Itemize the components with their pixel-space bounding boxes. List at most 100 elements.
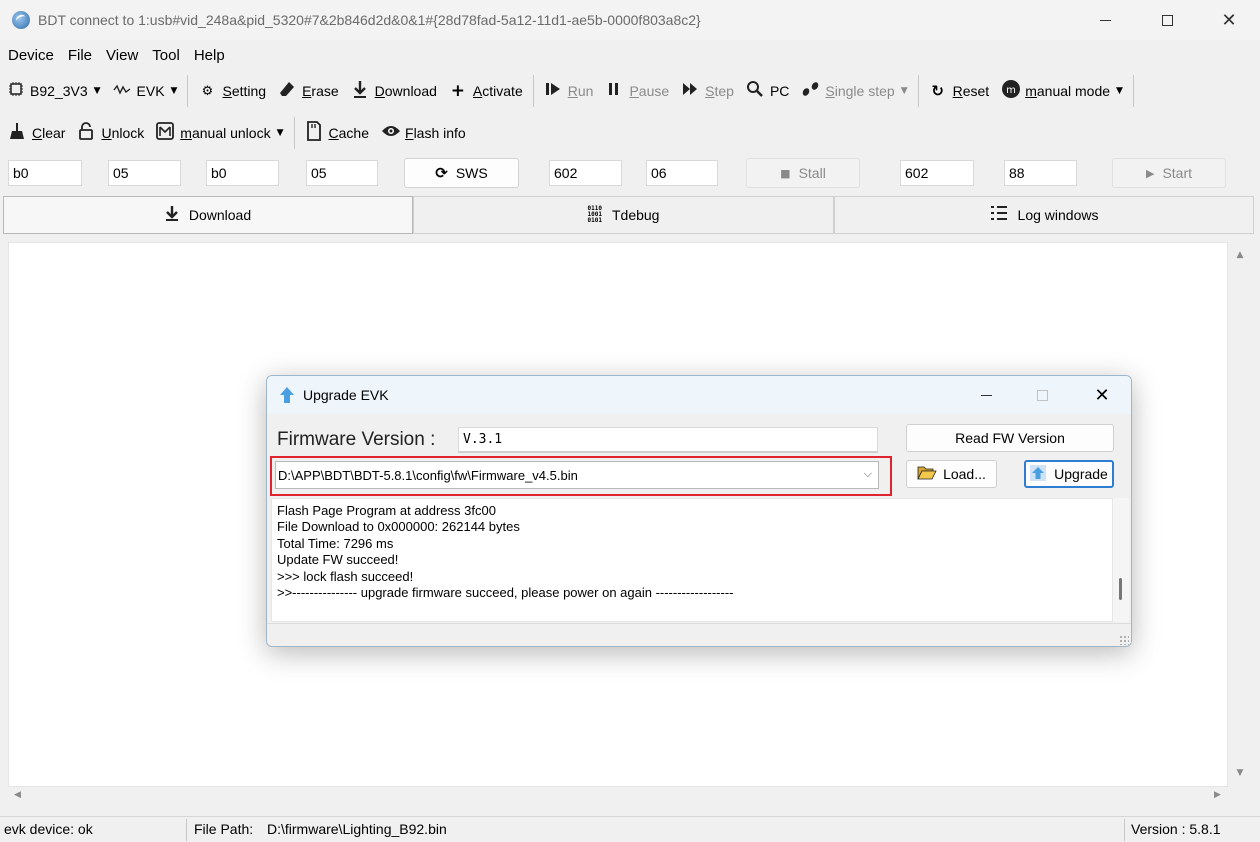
clear-label: Clear xyxy=(32,125,66,141)
dialog-maximize-button[interactable] xyxy=(1013,376,1071,414)
menu-bar: Device File View Tool Help xyxy=(0,40,1260,70)
evk-select-button[interactable]: EVK ▼ xyxy=(107,76,184,106)
step-icon xyxy=(681,82,699,100)
close-button[interactable]: ✕ xyxy=(1198,0,1260,40)
start-button[interactable]: ▶ Start xyxy=(1112,158,1226,188)
upgrade-label: Upgrade xyxy=(1054,466,1108,482)
vertical-scrollbar[interactable]: ▲ ▼ xyxy=(1228,242,1252,787)
eraser-icon xyxy=(278,81,296,101)
tab-tdebug[interactable]: 0110 1001 0101 Tdebug xyxy=(413,196,834,234)
step-label: Step xyxy=(705,83,734,99)
broom-icon xyxy=(8,122,26,144)
reset-label: Reset xyxy=(952,83,990,99)
horizontal-scrollbar[interactable]: ◀ ▶ xyxy=(8,787,1228,807)
pc-button[interactable]: PC xyxy=(740,76,795,106)
menu-tool[interactable]: Tool xyxy=(144,47,186,64)
dialog-minimize-button[interactable] xyxy=(957,376,1015,414)
maximize-button[interactable] xyxy=(1136,0,1198,40)
chip-select-button[interactable]: B92_3V3 ▼ xyxy=(0,76,107,106)
manual-unlock-button[interactable]: manual unlock ▼ xyxy=(150,118,289,148)
title-bar: BDT connect to 1:usb#vid_248a&pid_5320#7… xyxy=(0,0,1260,40)
status-divider xyxy=(186,819,187,841)
unlock-icon xyxy=(77,122,95,144)
sws-label: SWS xyxy=(455,165,488,181)
upgrade-button[interactable]: Upgrade xyxy=(1024,460,1114,488)
pause-button[interactable]: Pause xyxy=(599,76,675,106)
scroll-up-icon[interactable]: ▲ xyxy=(1228,250,1252,260)
single-step-button[interactable]: Single step ▼ xyxy=(795,76,913,106)
file-path-label: File Path: xyxy=(194,821,254,837)
download-arrow-icon xyxy=(351,80,369,102)
minimize-button[interactable] xyxy=(1074,0,1136,40)
play-icon: ▶ xyxy=(1145,166,1155,180)
sws-button[interactable]: ⟳ SWS xyxy=(404,158,519,188)
log-scrollbar[interactable] xyxy=(1113,498,1129,622)
unlock-label: Unlock xyxy=(101,125,145,141)
erase-label: Erase xyxy=(302,83,339,99)
log-line: >>> lock flash succeed! xyxy=(277,568,414,584)
pause-label: Pause xyxy=(629,83,670,99)
erase-button[interactable]: Erase xyxy=(272,76,345,106)
cache-button[interactable]: Cache xyxy=(299,118,375,148)
bdt-globe-icon xyxy=(12,11,30,29)
status-divider xyxy=(1124,819,1125,841)
refresh-icon: ↻ xyxy=(931,82,944,100)
manual-mode-button[interactable]: m manual mode ▼ xyxy=(995,76,1129,106)
stop-icon: ■ xyxy=(780,166,791,180)
param-field-7[interactable] xyxy=(900,160,974,186)
firmware-path-value: D:\APP\BDT\BDT-5.8.1\config\fw\Firmware_… xyxy=(278,467,578,483)
window-controls: ✕ xyxy=(1074,0,1260,40)
minimize-icon xyxy=(1099,19,1111,21)
close-icon: ✕ xyxy=(1221,9,1237,31)
param-field-5[interactable] xyxy=(549,160,622,186)
search-icon xyxy=(746,80,764,102)
chip-icon xyxy=(8,81,24,101)
tab-download-label: Download xyxy=(188,207,252,223)
download-arrow-icon xyxy=(165,205,179,225)
pause-icon xyxy=(605,82,623,100)
menu-view[interactable]: View xyxy=(98,47,144,64)
param-field-1[interactable] xyxy=(8,160,82,186)
download-toolbar-button[interactable]: Download xyxy=(345,76,443,106)
chip-label: B92_3V3 xyxy=(30,83,88,99)
log-scroll-thumb[interactable] xyxy=(1119,578,1122,600)
flash-info-button[interactable]: Flash info xyxy=(375,118,472,148)
param-field-6[interactable] xyxy=(646,160,718,186)
scroll-right-icon[interactable]: ▶ xyxy=(1214,790,1221,800)
param-field-2[interactable] xyxy=(108,160,181,186)
tab-download[interactable]: Download xyxy=(3,196,413,234)
scroll-left-icon[interactable]: ◀ xyxy=(14,790,21,800)
binary-icon: 0110 1001 0101 xyxy=(587,205,602,224)
menu-help[interactable]: Help xyxy=(186,47,231,64)
stall-button[interactable]: ■ Stall xyxy=(746,158,860,188)
dialog-title: Upgrade EVK xyxy=(303,387,389,403)
dialog-close-button[interactable]: ✕ xyxy=(1073,376,1131,414)
firmware-path-select[interactable]: D:\APP\BDT\BDT-5.8.1\config\fw\Firmware_… xyxy=(275,461,879,489)
firmware-version-field[interactable] xyxy=(458,427,878,453)
run-button[interactable]: Run xyxy=(538,76,600,106)
activate-button[interactable]: + Activate xyxy=(443,76,529,106)
setting-button[interactable]: ⚙ Setting xyxy=(192,76,272,106)
log-line: File Download to 0x000000: 262144 bytes xyxy=(277,519,520,535)
scroll-down-icon[interactable]: ▼ xyxy=(1228,768,1252,778)
load-button[interactable]: Load... xyxy=(906,460,997,488)
resize-grip-icon[interactable] xyxy=(1119,635,1129,645)
reset-button[interactable]: ↻ Reset xyxy=(923,76,996,106)
param-field-3[interactable] xyxy=(206,160,279,186)
tab-log-windows[interactable]: Log windows xyxy=(834,196,1254,234)
unlock-button[interactable]: Unlock xyxy=(71,118,150,148)
log-line: Flash Page Program at address 3fc00 xyxy=(277,503,496,518)
clear-button[interactable]: Clear xyxy=(0,118,71,148)
upgrade-log: Flash Page Program at address 3fc00 File… xyxy=(271,498,1113,622)
toolbar-divider xyxy=(1132,75,1134,107)
single-step-label: Single step xyxy=(825,83,895,99)
run-label: Run xyxy=(567,83,594,99)
menu-device[interactable]: Device xyxy=(0,47,60,64)
param-field-8[interactable] xyxy=(1004,160,1077,186)
read-fw-version-button[interactable]: Read FW Version xyxy=(906,424,1114,452)
activate-label: Activate xyxy=(472,83,523,99)
menu-file[interactable]: File xyxy=(60,47,98,64)
param-field-4[interactable] xyxy=(306,160,378,186)
file-path-value: D:\firmware\Lighting_B92.bin xyxy=(267,821,447,837)
step-button[interactable]: Step xyxy=(675,76,740,106)
